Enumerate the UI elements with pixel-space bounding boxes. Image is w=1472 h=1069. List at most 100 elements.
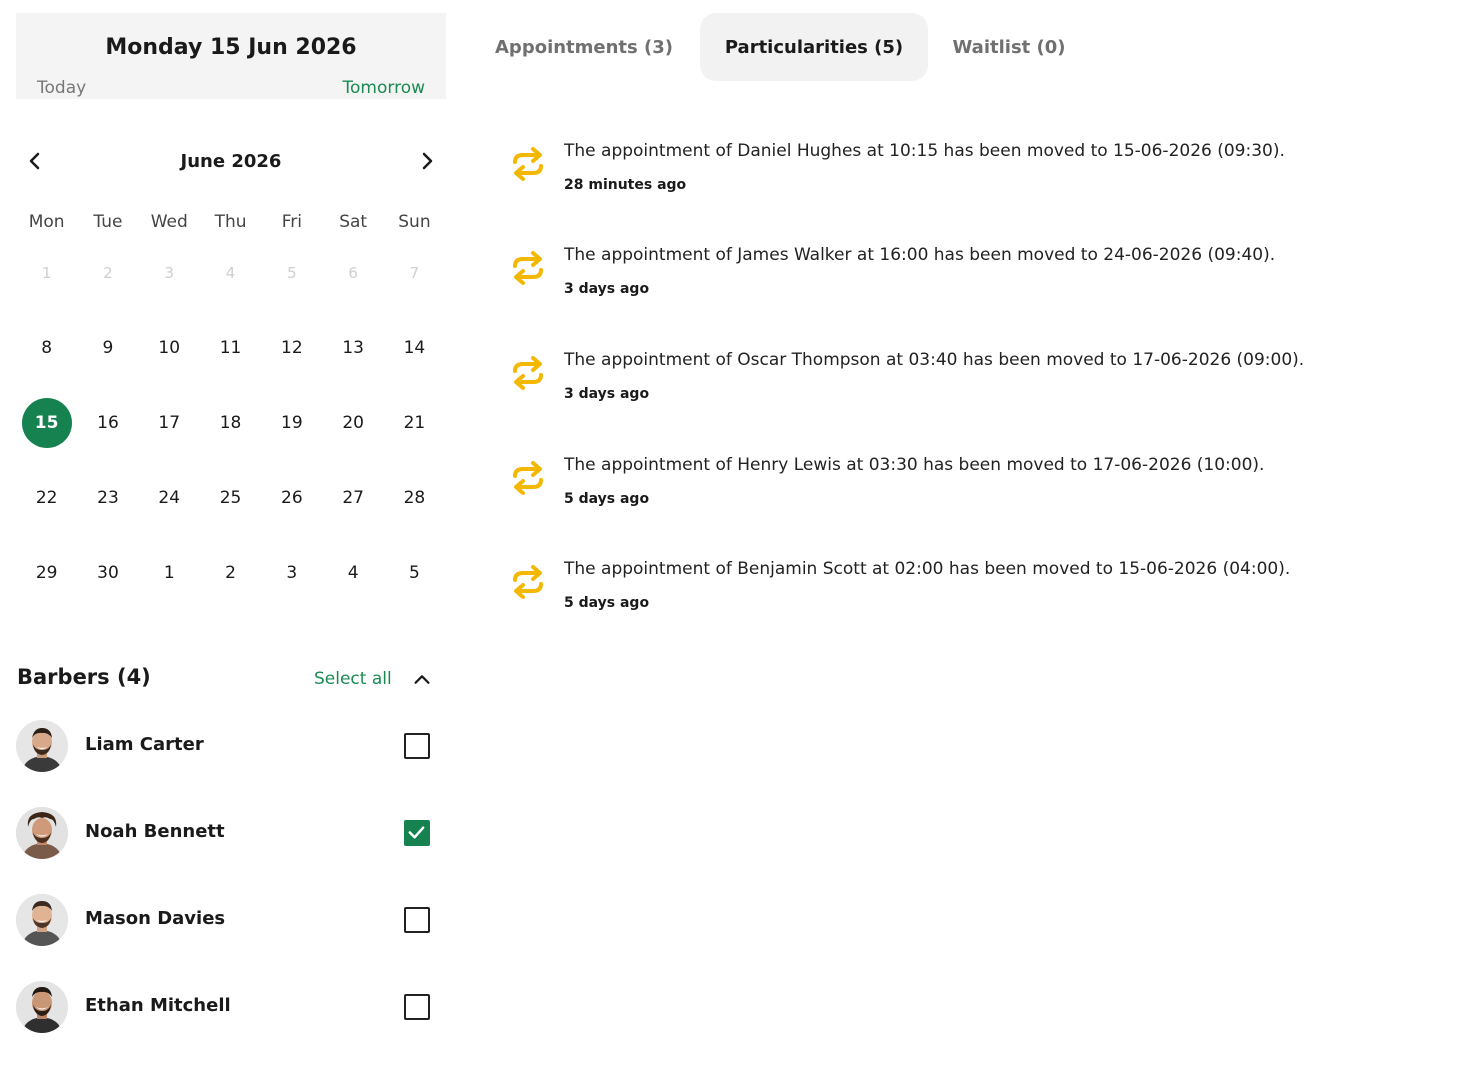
barber-row-liam-carter[interactable]: Liam Carter: [16, 719, 436, 773]
calendar-day-number: 16: [97, 412, 119, 433]
calendar-navigation: June 2026: [16, 143, 446, 179]
notification-time: 3 days ago: [564, 386, 650, 402]
calendar-day-grid: 1 2 3 4 5 6 7 8 9 10 11 12 13 14 15 16 17 18 19 20 21 22 23 24 2…: [16, 235, 446, 610]
calendar-day[interactable]: 8: [16, 310, 77, 385]
avatar: [16, 807, 68, 859]
calendar-day-selected[interactable]: 15: [16, 385, 77, 460]
swap-arrows-icon: [513, 356, 543, 390]
calendar-day-number: 10: [158, 337, 181, 358]
swap-arrows-icon: [513, 565, 543, 599]
calendar-day: 2: [77, 235, 138, 310]
tomorrow-link[interactable]: Tomorrow: [343, 78, 425, 98]
notification-time: 28 minutes ago: [564, 177, 687, 193]
barber-name: Noah Bennett: [85, 821, 225, 842]
calendar-day[interactable]: 29: [16, 535, 77, 610]
calendar-day[interactable]: 4: [322, 535, 383, 610]
calendar-day[interactable]: 17: [139, 385, 200, 460]
calendar-day[interactable]: 20: [322, 385, 383, 460]
calendar-day-number: 3: [164, 263, 175, 282]
calendar-day[interactable]: 30: [77, 535, 138, 610]
calendar-day[interactable]: 18: [200, 385, 261, 460]
notification-item: The appointment of Daniel Hughes at 10:1…: [508, 141, 1438, 211]
notification-item: The appointment of Oscar Thompson at 03:…: [508, 350, 1438, 420]
calendar-month-label: June 2026: [180, 151, 282, 172]
tab-waitlist[interactable]: Waitlist (0): [938, 13, 1080, 81]
calendar-day-number: 3: [286, 562, 298, 583]
checkmark-icon: [408, 826, 425, 839]
swap-arrows-icon: [513, 461, 543, 495]
barber-checkbox[interactable]: [404, 733, 430, 759]
selected-date-title: Monday 15 Jun 2026: [105, 35, 357, 60]
calendar-day[interactable]: 16: [77, 385, 138, 460]
barber-checkbox[interactable]: [404, 907, 430, 933]
calendar-day[interactable]: 27: [322, 460, 383, 535]
calendar-day[interactable]: 22: [16, 460, 77, 535]
notification-time: 5 days ago: [564, 595, 650, 611]
calendar-day-number: 17: [158, 412, 181, 433]
notification-text: The appointment of Daniel Hughes at 10:1…: [564, 141, 1285, 161]
calendar-day[interactable]: 2: [200, 535, 261, 610]
calendar-day[interactable]: 9: [77, 310, 138, 385]
calendar-day: 3: [139, 235, 200, 310]
swap-arrows-icon: [513, 251, 543, 285]
calendar-day[interactable]: 23: [77, 460, 138, 535]
select-all-link[interactable]: Select all: [314, 669, 392, 689]
notification-text: The appointment of Henry Lewis at 03:30 …: [564, 455, 1265, 475]
chevron-up-icon[interactable]: [411, 669, 433, 691]
swap-arrows-icon: [513, 147, 543, 181]
calendar-day-number: 5: [409, 562, 420, 583]
calendar-day[interactable]: 1: [139, 535, 200, 610]
tab-particularities[interactable]: Particularities (5): [700, 13, 928, 81]
calendar-day-number: 12: [281, 337, 303, 358]
notification-text: The appointment of Oscar Thompson at 03:…: [564, 350, 1305, 370]
calendar-day[interactable]: 19: [261, 385, 322, 460]
chevron-right-icon[interactable]: [415, 149, 439, 173]
calendar-day: 7: [384, 235, 445, 310]
calendar-day-number: 27: [342, 487, 364, 508]
calendar-day-number: 4: [225, 263, 236, 282]
barber-row-ethan-mitchell[interactable]: Ethan Mitchell: [16, 980, 436, 1034]
calendar-day[interactable]: 14: [384, 310, 445, 385]
barber-checkbox[interactable]: [404, 994, 430, 1020]
calendar-day-number: 24: [158, 487, 181, 508]
calendar-day-number: 2: [103, 263, 113, 282]
calendar-day[interactable]: 13: [322, 310, 383, 385]
calendar-day[interactable]: 24: [139, 460, 200, 535]
calendar-day-number: 8: [41, 337, 53, 358]
avatar: [16, 894, 68, 946]
calendar-day[interactable]: 3: [261, 535, 322, 610]
calendar-day: 6: [322, 235, 383, 310]
barber-name: Mason Davies: [85, 908, 226, 929]
calendar-day-number: 28: [403, 487, 426, 508]
calendar-day-number: 23: [97, 487, 119, 508]
calendar-day-number: 2: [225, 562, 236, 583]
calendar-day-number: 19: [281, 412, 303, 433]
calendar-day-number: 5: [287, 263, 297, 282]
calendar-day[interactable]: 11: [200, 310, 261, 385]
calendar-day[interactable]: 12: [261, 310, 322, 385]
calendar-day-number: 15: [21, 397, 72, 448]
calendar-day-number: 30: [97, 562, 119, 583]
today-link[interactable]: Today: [37, 78, 86, 98]
calendar-day[interactable]: 26: [261, 460, 322, 535]
barber-checkbox[interactable]: [404, 820, 430, 846]
barber-row-mason-davies[interactable]: Mason Davies: [16, 893, 436, 947]
date-header: Monday 15 Jun 2026 Today Tomorrow: [16, 13, 446, 99]
calendar-day[interactable]: 10: [139, 310, 200, 385]
notification-item: The appointment of Benjamin Scott at 02:…: [508, 559, 1438, 629]
calendar-day-number: 4: [347, 562, 359, 583]
calendar-day-number: 13: [342, 337, 364, 358]
tab-appointments[interactable]: Appointments (3): [478, 13, 690, 81]
barbers-section-title: Barbers (4): [17, 665, 151, 689]
calendar-day[interactable]: 21: [384, 385, 445, 460]
calendar-day-number: 11: [219, 337, 242, 358]
calendar-day[interactable]: 5: [384, 535, 445, 610]
calendar-day-number: 20: [342, 412, 364, 433]
calendar-day-number: 6: [348, 263, 358, 282]
barber-row-noah-bennett[interactable]: Noah Bennett: [16, 806, 436, 860]
calendar-day[interactable]: 28: [384, 460, 445, 535]
calendar-day-number: 1: [163, 562, 175, 583]
calendar-day[interactable]: 25: [200, 460, 261, 535]
notification-time: 5 days ago: [564, 491, 650, 507]
calendar-day-number: 7: [409, 263, 420, 282]
